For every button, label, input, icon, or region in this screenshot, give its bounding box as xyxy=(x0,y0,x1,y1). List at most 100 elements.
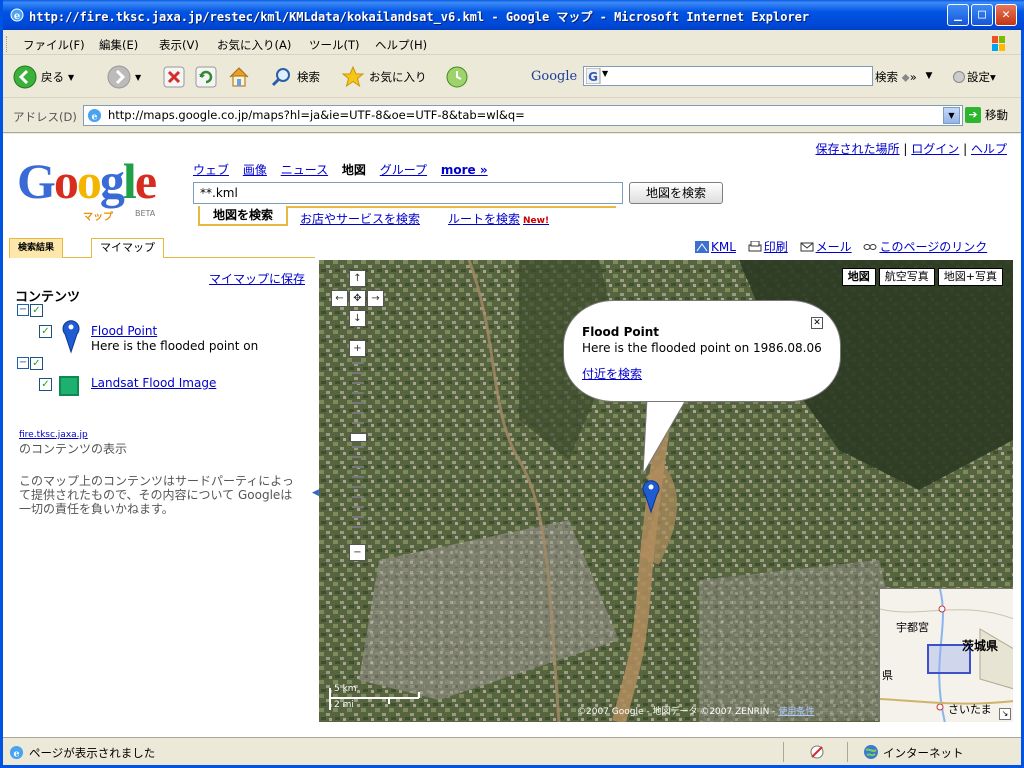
history-button[interactable] xyxy=(445,64,469,90)
map-search-button[interactable]: 地図を検索 xyxy=(629,182,723,204)
google-toolbar-dropdown-icon[interactable]: ▼ xyxy=(922,71,936,85)
top-links-separator: | xyxy=(903,142,908,156)
google-toolbar-settings[interactable]: 設定▾ xyxy=(953,69,996,85)
refresh-button[interactable] xyxy=(195,64,217,90)
home-icon xyxy=(229,67,249,87)
info-window-close-icon[interactable]: ✕ xyxy=(811,317,823,329)
map-type-hybrid[interactable]: 地図+写真 xyxy=(937,268,1003,286)
map-type-map[interactable]: 地図 xyxy=(841,268,876,286)
flood-point-checkbox[interactable]: ✓ xyxy=(39,325,52,338)
tab-search-results[interactable]: 検索結果 xyxy=(9,238,64,258)
google-g-dropdown-icon[interactable]: ▼ xyxy=(602,69,608,78)
saved-places-link[interactable]: 保存された場所 xyxy=(816,142,900,156)
menu-favorites[interactable]: お気に入り(A) xyxy=(217,37,291,53)
security-status-icon[interactable] xyxy=(809,744,825,760)
map-placemark-icon[interactable] xyxy=(641,478,661,514)
nav-maps: 地図 xyxy=(341,163,366,177)
title-bar[interactable]: e http://fire.tksc.jaxa.jp/restec/kml/KM… xyxy=(3,0,1024,30)
search-button[interactable]: 検索 xyxy=(271,64,320,90)
nav-more[interactable]: more » xyxy=(441,163,488,177)
zoom-slider[interactable] xyxy=(350,362,367,540)
tree-collapse-toggle[interactable]: − xyxy=(17,357,29,369)
subtab-business[interactable]: お店やサービスを検索 xyxy=(300,210,420,227)
back-button[interactable]: 戻る ▼ xyxy=(13,64,74,90)
nav-groups[interactable]: グループ xyxy=(380,163,427,177)
overview-label: 宇都宮 xyxy=(896,621,929,634)
window-title: http://fire.tksc.jaxa.jp/restec/kml/KMLd… xyxy=(29,10,810,24)
pan-left-button[interactable]: ← xyxy=(331,290,348,307)
top-links-separator: | xyxy=(963,142,968,156)
pan-down-button[interactable]: ↓ xyxy=(349,310,366,327)
maximize-button[interactable]: □ xyxy=(971,4,993,26)
pan-right-button[interactable]: → xyxy=(367,290,384,307)
google-toolbar-input[interactable]: G ▼ ▼ xyxy=(583,66,932,86)
landsat-image-link[interactable]: Landsat Flood Image xyxy=(91,376,216,390)
page-link[interactable]: このページのリンク xyxy=(879,240,987,254)
folder-checkbox[interactable]: ✓ xyxy=(30,304,43,317)
zoom-out-button[interactable]: − xyxy=(349,544,366,561)
subtab-directions: ルートを検索 xyxy=(448,212,521,226)
flood-point-link[interactable]: Flood Point xyxy=(91,324,157,338)
back-dropdown-icon[interactable]: ▼ xyxy=(68,73,74,82)
forward-dropdown-icon[interactable]: ▼ xyxy=(135,73,141,82)
svg-text:G: G xyxy=(588,70,598,84)
map-type-switcher: 地図 航空写真 地図+写真 xyxy=(839,268,1003,286)
status-text: ページが表示されました xyxy=(29,746,156,760)
info-window-title: Flood Point xyxy=(582,325,659,339)
menu-file[interactable]: ファイル(F) xyxy=(23,37,85,53)
menu-help[interactable]: ヘルプ(H) xyxy=(375,37,427,53)
google-logo[interactable]: Google xyxy=(17,156,157,206)
landsat-checkbox[interactable]: ✓ xyxy=(39,378,52,391)
history-icon xyxy=(446,66,468,88)
menu-edit[interactable]: 編集(E) xyxy=(99,37,138,53)
address-dropdown-icon[interactable]: ▼ xyxy=(943,107,960,124)
nav-news[interactable]: ニュース xyxy=(281,163,328,177)
stop-button[interactable] xyxy=(163,64,185,90)
map-view[interactable]: 地図 航空写真 地図+写真 ↑ ← ✥ → ↓ + − Flood Point … xyxy=(319,260,1013,722)
internet-zone-icon xyxy=(864,745,878,759)
go-button[interactable]: ➔ 移動 xyxy=(965,107,1008,123)
terms-link[interactable]: 使用条件 xyxy=(778,707,814,717)
zoom-slider-thumb[interactable] xyxy=(350,433,367,442)
menu-view[interactable]: 表示(V) xyxy=(159,37,199,53)
scale-mi: 2 mi xyxy=(334,700,354,710)
subtab-directions-wrap[interactable]: ルートを検索 New! xyxy=(448,210,549,227)
address-input[interactable]: http://maps.google.co.jp/maps?hl=ja&ie=U… xyxy=(83,105,963,126)
print-link[interactable]: 印刷 xyxy=(764,240,788,254)
google-toolbar-search[interactable]: 検索 ⬥» xyxy=(875,69,917,85)
close-button[interactable]: ✕ xyxy=(995,4,1017,26)
kml-link[interactable]: KML xyxy=(711,240,736,254)
collapse-panel-icon[interactable]: ◀ xyxy=(312,488,319,498)
source-link[interactable]: fire.tksc.jaxa.jp xyxy=(19,430,88,440)
nav-images[interactable]: 画像 xyxy=(243,163,267,177)
pan-up-button[interactable]: ↑ xyxy=(349,270,366,287)
page-icon: e xyxy=(87,108,102,122)
minimize-button[interactable]: _ xyxy=(947,4,969,26)
overview-toggle-icon[interactable]: ↘ xyxy=(999,708,1011,720)
map-type-satellite[interactable]: 航空写真 xyxy=(878,268,935,286)
forward-arrow-icon xyxy=(107,65,131,89)
overview-map[interactable]: 宇都宮 茨城県 県 さいたま ↘ xyxy=(879,588,1013,722)
favorites-button[interactable]: お気に入り xyxy=(341,64,427,90)
nav-web[interactable]: ウェブ xyxy=(193,163,229,177)
save-to-my-maps-link[interactable]: マイマップに保存 xyxy=(209,270,305,287)
tree-collapse-toggle[interactable]: − xyxy=(17,304,29,316)
overview-label: 茨城県 xyxy=(962,639,999,653)
map-search-input[interactable]: **.kml xyxy=(193,182,623,204)
home-button[interactable] xyxy=(227,64,251,90)
forward-button[interactable]: ▼ xyxy=(107,64,141,90)
login-link[interactable]: ログイン xyxy=(911,142,959,156)
search-nearby-link[interactable]: 付近を検索 xyxy=(582,365,642,382)
mail-link[interactable]: メール xyxy=(816,240,852,254)
search-icon xyxy=(271,68,290,87)
subtab-maps[interactable]: 地図を検索 xyxy=(198,206,288,226)
menu-tools[interactable]: ツール(T) xyxy=(309,37,360,53)
beta-label: BETA xyxy=(135,209,156,218)
tab-my-maps[interactable]: マイマップ xyxy=(91,238,164,258)
svg-text:e: e xyxy=(92,111,98,122)
overview-label: 県 xyxy=(882,669,893,682)
zoom-in-button[interactable]: + xyxy=(349,340,366,357)
folder-checkbox[interactable]: ✓ xyxy=(30,357,43,370)
pan-center-button[interactable]: ✥ xyxy=(349,290,366,307)
help-link[interactable]: ヘルプ xyxy=(971,142,1007,156)
